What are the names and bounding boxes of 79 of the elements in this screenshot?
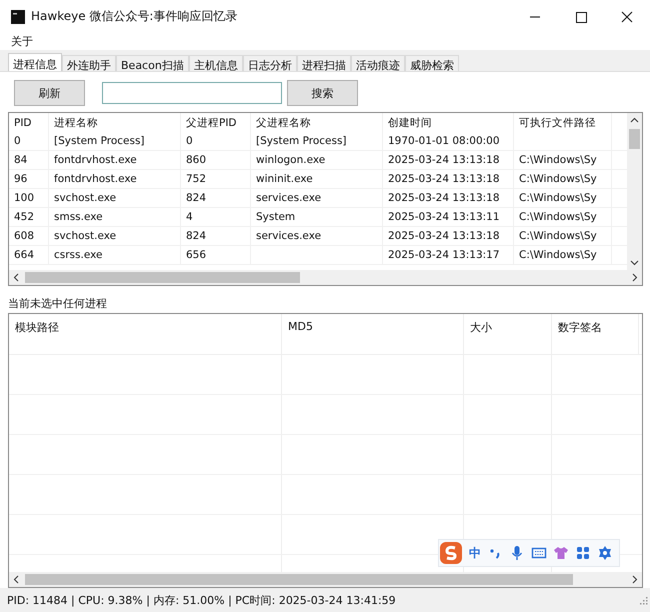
shirt-icon[interactable] — [553, 545, 569, 562]
table-cell: 100 — [9, 189, 49, 208]
table-cell: C:\Windows\Sy — [514, 151, 612, 170]
table-cell: [System Process] — [251, 132, 383, 150]
column-header[interactable]: 父进程PID — [181, 113, 251, 132]
table-cell: fontdrvhost.exe — [49, 170, 181, 188]
scroll-thumb[interactable] — [25, 574, 573, 586]
refresh-button[interactable]: 刷新 — [14, 80, 85, 106]
table-cell: smss.exe — [49, 208, 181, 226]
table-cell: 452 — [9, 208, 49, 226]
grid-icon[interactable] — [575, 545, 591, 562]
status-text: PID: 11484 | CPU: 9.38% | 内存: 51.00% | PC时间: 2025-03-24 13:41:59 — [7, 592, 397, 608]
table-cell: C:\Windows\Sy — [514, 208, 612, 226]
tab[interactable]: 威胁检索 — [404, 55, 459, 72]
table-cell: 0 — [9, 132, 49, 150]
table-cell: 2025-03-24 13:13:17 — [383, 246, 514, 264]
ime-logo-icon[interactable] — [439, 541, 463, 566]
scroll-thumb[interactable] — [25, 272, 300, 284]
tab[interactable]: 活动痕迹 — [350, 55, 405, 72]
input-mode-toggle[interactable]: 中 — [469, 544, 481, 562]
settings-icon[interactable] — [597, 545, 613, 562]
microphone-icon[interactable] — [509, 545, 525, 562]
search-field[interactable] — [102, 82, 282, 104]
table-cell: 96 — [9, 170, 49, 188]
table-cell: winlogon.exe — [251, 151, 383, 170]
vertical-scrollbar[interactable] — [627, 113, 642, 270]
table-cell: 84 — [9, 151, 49, 170]
table-cell: 2025-03-24 13:13:18 — [383, 170, 514, 188]
column-header[interactable]: 可执行文件路径 — [514, 113, 612, 132]
column-header[interactable]: PID — [9, 113, 49, 132]
table-cell: 2025-03-24 13:13:18 — [383, 151, 514, 170]
table-cell: [System Process] — [49, 132, 181, 150]
table-cell: C:\Windows\Sy — [514, 246, 612, 264]
table-cell: svchost.exe — [49, 189, 181, 208]
table-cell: 2025-03-24 13:13:18 — [383, 227, 514, 246]
column-header[interactable]: MD5 — [282, 314, 464, 354]
tab[interactable]: 日志分析 — [242, 55, 297, 72]
window-title: Hawkeye 微信公众号:事件响应回忆录 — [31, 8, 238, 26]
table-cell: C:\Windows\Sy — [514, 227, 612, 246]
table-cell: 4 — [181, 208, 251, 226]
table-cell: C:\Windows\Sy — [514, 170, 612, 188]
column-header[interactable]: 进程名称 — [49, 113, 181, 132]
table-cell: 664 — [9, 246, 49, 264]
table-cell: 2025-03-24 13:13:18 — [383, 189, 514, 208]
app-icon — [11, 10, 25, 24]
table-cell: services.exe — [251, 189, 383, 208]
selection-label: 当前未选中任何进程 — [8, 296, 108, 312]
table-cell: 608 — [9, 227, 49, 246]
resize-grip-icon[interactable] — [638, 595, 648, 606]
column-header[interactable]: 大小 — [464, 314, 552, 354]
horizontal-scrollbar[interactable] — [9, 270, 642, 286]
table-cell: 1970-01-01 08:00:00 — [383, 132, 514, 150]
tab[interactable]: 进程信息 — [8, 53, 62, 72]
table-cell: 824 — [181, 189, 251, 208]
column-header[interactable]: 模块路径 — [9, 314, 282, 354]
search-button[interactable]: 搜索 — [287, 80, 358, 106]
table-cell: 824 — [181, 227, 251, 246]
scroll-thumb[interactable] — [629, 129, 640, 150]
table-cell: services.exe — [251, 227, 383, 246]
table-cell: System — [251, 208, 383, 226]
table-cell: svchost.exe — [49, 227, 181, 246]
table-cell: C:\Windows\Sy — [514, 189, 612, 208]
horizontal-scrollbar[interactable] — [9, 572, 642, 588]
table-cell: 2025-03-24 13:13:11 — [383, 208, 514, 226]
tab[interactable]: 主机信息 — [188, 55, 243, 72]
tab[interactable]: 进程扫描 — [296, 55, 351, 72]
column-header[interactable]: 数字签名 — [552, 314, 639, 354]
table-cell: 656 — [181, 246, 251, 264]
table-cell: csrss.exe — [49, 246, 181, 264]
table-cell: 860 — [181, 151, 251, 170]
column-header[interactable]: 创建时间 — [383, 113, 514, 132]
table-cell: wininit.exe — [251, 170, 383, 188]
table-cell: 0 — [181, 132, 251, 150]
table-cell: fontdrvhost.exe — [49, 151, 181, 170]
column-header[interactable]: 父进程名称 — [251, 113, 383, 132]
menu-item[interactable]: 关于 — [11, 34, 33, 50]
tab[interactable]: Beacon扫描 — [116, 55, 189, 72]
table-cell: 752 — [181, 170, 251, 188]
tab[interactable]: 外连助手 — [62, 55, 116, 72]
